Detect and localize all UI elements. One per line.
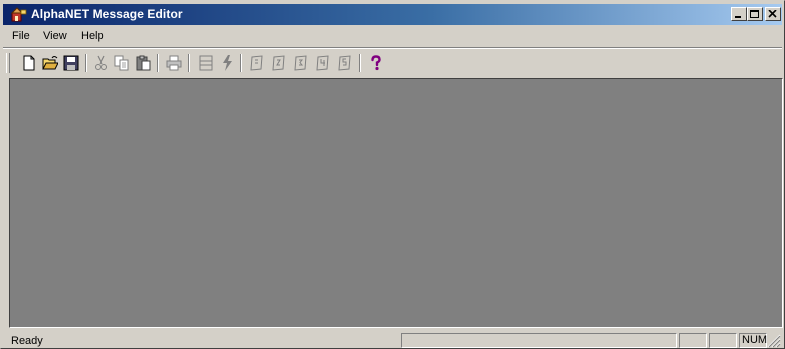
sign-settings-icon	[199, 55, 213, 71]
menu-view[interactable]: View	[43, 30, 67, 42]
message-3-button[interactable]	[291, 53, 311, 73]
send-button[interactable]	[217, 53, 237, 73]
title-bar[interactable]: AlphaNET Message Editor	[3, 4, 782, 25]
maximize-icon	[750, 10, 759, 18]
app-window: AlphaNET Message Editor File View Help R…	[0, 0, 785, 349]
num-lock-indicator: NUM	[739, 333, 767, 348]
menu-file[interactable]: File	[12, 30, 30, 42]
copy-icon	[114, 55, 129, 71]
message-4-icon	[316, 55, 329, 71]
menu-bar: File View Help	[3, 27, 782, 46]
toolbar-separator	[359, 54, 361, 72]
status-pane-caps	[679, 333, 707, 348]
app-icon[interactable]	[11, 7, 27, 22]
new-icon	[23, 55, 35, 71]
toolbar	[3, 50, 782, 75]
status-pane-progress	[401, 333, 677, 348]
mdi-client-area[interactable]	[9, 78, 783, 328]
new-button[interactable]	[19, 53, 39, 73]
resize-grip-icon[interactable]	[767, 334, 781, 348]
menu-help[interactable]: Help	[81, 30, 104, 42]
close-button[interactable]	[765, 7, 781, 21]
status-pane-scroll	[709, 333, 737, 348]
status-text: Ready	[11, 335, 43, 347]
open-button[interactable]	[40, 53, 60, 73]
status-bar: Ready NUM	[3, 331, 782, 349]
sign-settings-button[interactable]	[196, 53, 216, 73]
message-3-icon	[294, 55, 307, 71]
minimize-button[interactable]	[731, 7, 747, 21]
message-5-button[interactable]	[335, 53, 355, 73]
help-icon	[371, 55, 381, 71]
window-title: AlphaNET Message Editor	[31, 7, 183, 21]
message-2-button[interactable]	[269, 53, 289, 73]
message-1-icon	[250, 55, 263, 71]
save-icon	[63, 55, 79, 71]
print-button[interactable]	[164, 53, 184, 73]
toolbar-grip[interactable]	[6, 53, 10, 73]
close-icon	[768, 10, 777, 18]
toolbar-separator	[157, 54, 159, 72]
toolbar-separator	[188, 54, 190, 72]
paste-button[interactable]	[133, 53, 153, 73]
toolbar-separator	[85, 54, 87, 72]
help-button[interactable]	[366, 53, 386, 73]
cut-icon	[95, 55, 107, 70]
cut-button[interactable]	[91, 53, 111, 73]
paste-icon	[136, 55, 151, 71]
minimize-icon	[735, 16, 741, 18]
message-5-icon	[338, 55, 351, 71]
toolbar-separator	[240, 54, 242, 72]
toolbar-divider	[3, 47, 782, 49]
print-icon	[166, 55, 182, 71]
message-1-button[interactable]	[247, 53, 267, 73]
copy-button[interactable]	[112, 53, 132, 73]
maximize-button[interactable]	[747, 7, 763, 21]
message-4-button[interactable]	[313, 53, 333, 73]
open-icon	[42, 56, 58, 70]
send-icon	[223, 55, 232, 71]
save-button[interactable]	[61, 53, 81, 73]
message-2-icon	[272, 55, 285, 71]
